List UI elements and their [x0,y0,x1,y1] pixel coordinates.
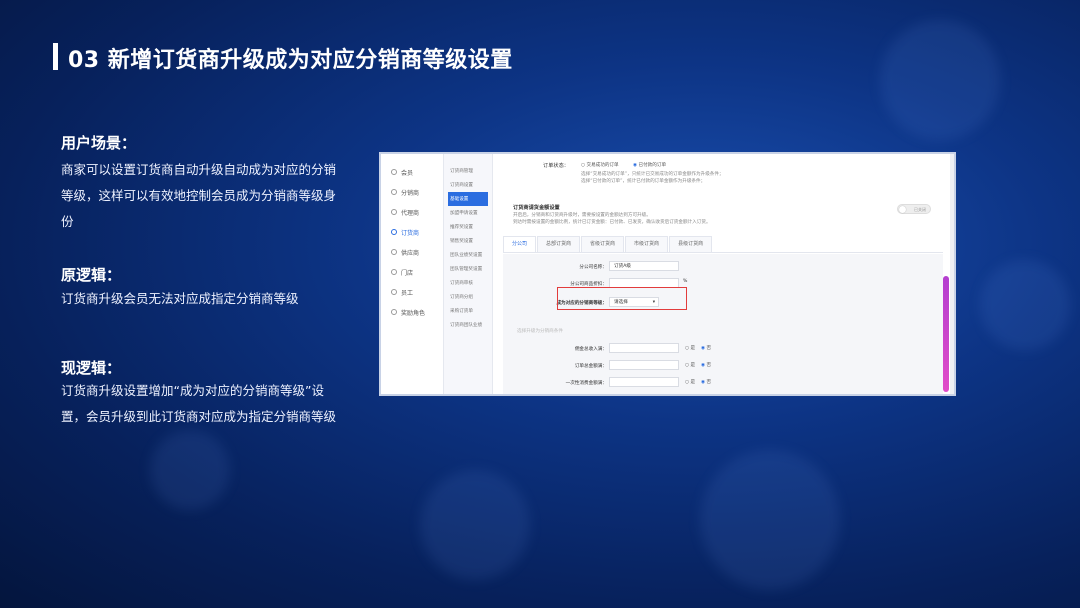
tab-level[interactable]: 总部订货商 [537,236,581,252]
subnav-item[interactable]: 销售奖设置 [444,234,492,248]
user-icon [391,209,397,215]
level-tabs: 分公司 总部订货商 省级订货商 市级订货商 县级订货商 [503,236,943,253]
subnav-item[interactable]: 订货商审核 [444,276,492,290]
user-icon [391,289,397,295]
user-icon [391,309,397,315]
radio-label: 已付款的订单 [638,163,667,168]
radio-label: 交易成功的订单 [586,163,619,168]
cond-radio-yes[interactable]: ○ 是 [685,362,695,368]
cond-label: 一次性消费金额满： [565,381,607,386]
scrollbar[interactable] [950,154,954,394]
cond-input[interactable] [609,377,679,387]
page-title: 03 新增订货商升级成为对应分销商等级设置 [68,48,513,73]
order-status-option-success[interactable]: ○ 交易成功的订单 [581,162,619,168]
subnav-item[interactable]: 订货商管理 [444,164,492,178]
section-heading-new-logic: 现逻辑： [61,359,122,377]
user-icon [391,189,397,195]
order-status-label: 订单状态： [543,163,569,169]
section-desc-2: 到达时需按设置的金额比例，统计已订货金额：已付款、已发货，确认收货后订货金额计入… [513,220,711,225]
name-label: 分公司名称： [579,265,607,270]
toggle-knob [899,206,906,213]
radio-label: 是 [690,363,696,368]
background-bokeh [980,260,1070,350]
nav-label: 门店 [401,269,414,277]
radio-label: 否 [706,363,712,368]
cond-radio-yes[interactable]: ○ 是 [685,345,695,351]
cond-label: 订单总金额满： [574,364,607,369]
enable-toggle[interactable]: 已关闭 [897,204,931,214]
cond-label: 佣金总收入满： [574,347,607,352]
cond-radio-yes[interactable]: ○ 是 [685,379,695,385]
background-bokeh [150,430,230,510]
screenshot-main-nav: 会员 分销商 代理商 订货商 供应商 门店 员工 奖励角色 [381,154,444,394]
nav-item[interactable]: 会员 [381,162,443,182]
subnav-item[interactable]: 加盟申请设置 [444,206,492,220]
nav-item[interactable]: 奖励角色 [381,302,443,322]
title-accent-bar [53,43,58,70]
tab-level[interactable]: 县级订货商 [669,236,713,252]
store-icon [391,269,397,275]
highlight-box [557,287,687,310]
nav-item[interactable]: 分销商 [381,182,443,202]
section-heading-scenario: 用户场景： [61,134,137,152]
upgrade-hint: 选择升级为分销商条件 [517,329,563,334]
subnav-item[interactable]: 基础设置 [448,192,488,206]
radio-label: 否 [706,346,712,351]
level-form: 分公司名称： 订货A级 分公司商品折扣： % 成为对应的分销商等级： 请选择 ▾ … [503,254,943,394]
cond-input[interactable] [609,360,679,370]
nav-label: 奖励角色 [401,309,426,317]
order-status-note-1: 选择“交易成功的订单”，只统计已交易成功的订单金额作为升级条件； [581,172,724,177]
section-heading-old-logic: 原逻辑： [61,266,122,284]
radio-label: 是 [690,346,696,351]
screenshot-main-panel: 订单状态： ○ 交易成功的订单 ◉ 已付款的订单 选择“交易成功的订单”，只统计… [493,154,945,394]
background-bokeh [420,470,530,580]
nav-item[interactable]: 员工 [381,282,443,302]
subnav-item[interactable]: 订货商设置 [444,178,492,192]
section-body-scenario: 商家可以设置订货商自动升级自动成为对应的分销等级，这样可以有效地控制会员成为分销… [61,162,337,229]
cond-radio-no[interactable]: ◉ 否 [701,362,711,368]
user-icon [391,169,397,175]
background-bokeh [880,20,1000,140]
tab-level[interactable]: 市级订货商 [625,236,669,252]
nav-label: 分销商 [401,189,420,197]
user-icon [391,229,397,235]
nav-item[interactable]: 代理商 [381,202,443,222]
order-status-option-paid[interactable]: ◉ 已付款的订单 [633,162,666,168]
subnav-item[interactable]: 团队业绩奖设置 [444,248,492,262]
nav-label: 会员 [401,169,414,177]
subnav-item[interactable]: 采购订货单 [444,304,492,318]
nav-item[interactable]: 订货商 [381,222,443,242]
cond-radio-no[interactable]: ◉ 否 [701,345,711,351]
nav-item[interactable]: 供应商 [381,242,443,262]
discount-unit: % [683,279,688,284]
subnav-item[interactable]: 订货商分组 [444,290,492,304]
embedded-screenshot: 会员 分销商 代理商 订货商 供应商 门店 员工 奖励角色 订货商管理 订货商设… [381,154,954,394]
section-title: 订货商请货金额设置 [513,205,560,211]
nav-label: 员工 [401,289,414,297]
user-icon [391,249,397,255]
section-body-new-logic: 订货商升级设置增加“成为对应的分销商等级”设置，会员升级到此订货商对应成为指定分… [61,383,337,424]
nav-label: 订货商 [401,229,420,237]
screenshot-sub-nav: 订货商管理 订货商设置 基础设置 加盟申请设置 推荐奖设置 销售奖设置 团队业绩… [444,154,493,394]
section-body-old-logic: 订货商升级会员无法对应成指定分销商等级 [61,291,299,306]
cond-input[interactable] [609,343,679,353]
radio-label: 是 [690,380,696,385]
radio-label: 否 [706,380,712,385]
toggle-label: 已关闭 [914,207,926,212]
name-input[interactable]: 订货A级 [609,261,679,271]
cond-radio-no[interactable]: ◉ 否 [701,379,711,385]
nav-item[interactable]: 门店 [381,262,443,282]
nav-label: 代理商 [401,209,420,217]
tab-level[interactable]: 省级订货商 [581,236,625,252]
section-desc-1: 开启后，分销商和订货商升级时，需要按设置的金额达到方可升级。 [513,213,651,218]
subnav-item[interactable]: 订货商团队业绩 [444,318,492,332]
nav-label: 供应商 [401,249,420,257]
tab-level[interactable]: 分公司 [503,236,537,252]
subnav-item[interactable]: 团队管理奖设置 [444,262,492,276]
background-bokeh [700,450,840,590]
order-status-note-2: 选择“已付款的订单”，统计已付款的订单金额作为升级条件； [581,179,706,184]
side-float-strip[interactable] [943,276,949,392]
subnav-item[interactable]: 推荐奖设置 [444,220,492,234]
